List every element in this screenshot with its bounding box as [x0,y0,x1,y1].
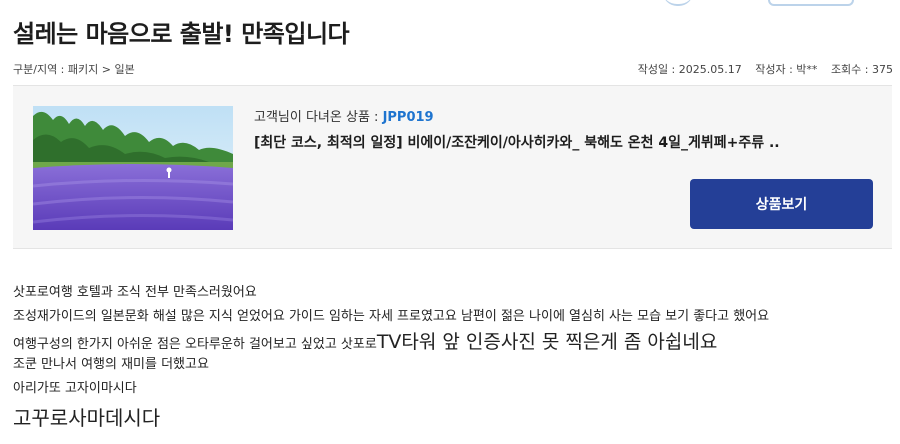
view-count: 조회수 : 375 [830,63,893,76]
review-line: 여행구성의 한가지 아쉬운 점은 오타루운하 걸어보고 싶었고 삿포로TV타워 … [13,332,893,356]
header-button-edge[interactable] [768,0,854,6]
product-code[interactable]: JPP019 [383,110,434,125]
review-meta-row: 구분/지역 : 패키지 > 일본 작성일 : 2025.05.17 작성자 : … [13,61,893,77]
header-decoration-left [663,0,693,6]
product-caption: 고객님이 다녀온 상품 : JPP019 [254,106,434,125]
review-text: 여행구성의 한가지 아쉬운 점은 오타루운하 걸어보고 싶었고 삿포로 [13,337,377,352]
view-product-button[interactable]: 상품보기 [690,179,873,229]
review-line: 삿포로여행 호텔과 조식 전부 만족스러웠어요 [13,285,257,300]
review-line: 조쿤 만나서 여행의 재미를 더했고요 [13,357,209,372]
review-line: 고꾸로사마데시다 [13,406,161,430]
review-body: 삿포로여행 호텔과 조식 전부 만족스러웠어요 조성재가이드의 일본문화 해설 … [13,284,893,432]
review-meta-info: 작성일 : 2025.05.17 작성자 : 박** 조회수 : 375 [628,61,893,77]
review-title: 설레는 마음으로 출발! 만족입니다 [13,20,350,48]
lavender-field-photo [33,106,233,230]
product-card: 고객님이 다녀온 상품 : JPP019 [최단 코스, 최적의 일정] 비에이… [13,85,892,249]
author: 작성자 : 박** [755,63,818,76]
breadcrumb: 구분/지역 : 패키지 > 일본 [13,63,135,76]
product-image[interactable] [33,106,233,230]
review-line: 조성재가이드의 일본문화 해설 많은 지식 얻었어요 가이드 임하는 자세 프로… [13,309,770,324]
written-date: 작성일 : 2025.05.17 [637,63,742,76]
review-line: 아리가또 고자이마시다 [13,381,137,396]
product-caption-label: 고객님이 다녀온 상품 : [254,110,383,125]
product-name[interactable]: [최단 코스, 최적의 일정] 비에이/조잔케이/아사히카와_ 북해도 온천 4… [254,132,814,152]
review-text-large: TV타워 앞 인증사진 못 찍은게 좀 아쉽네요 [376,331,718,353]
